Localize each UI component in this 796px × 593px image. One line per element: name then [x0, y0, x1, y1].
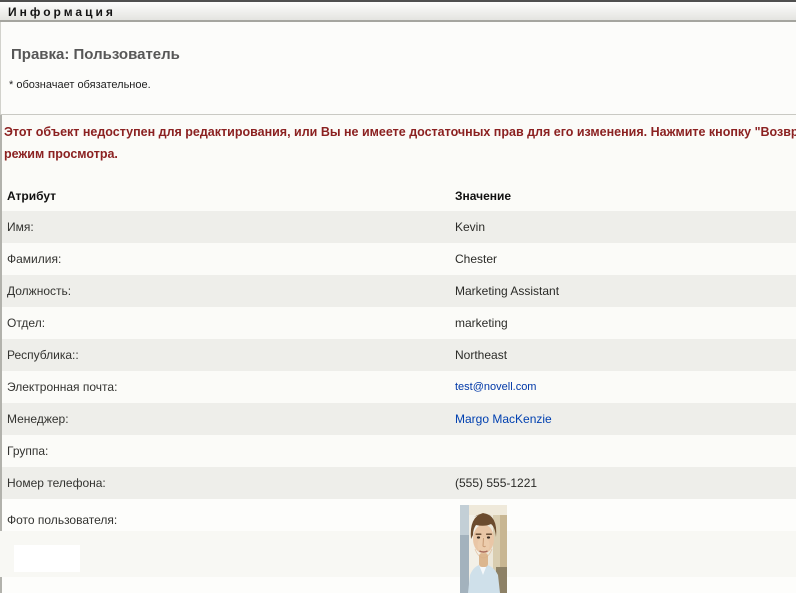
attribute-table-body: Имя: Kevin Фамилия: Chester Должность: M… — [2, 211, 796, 593]
white-patch — [14, 545, 80, 572]
attribute-label: Фото пользователя: — [7, 513, 117, 527]
attribute-label: Фамилия: — [7, 252, 61, 266]
panel-header-bar: Информация — [0, 0, 796, 22]
table-row-phone: Номер телефона: (555) 555-1221 — [2, 467, 796, 499]
background-band — [0, 531, 796, 577]
table-row-manager: Менеджер: Margo MacKenzie — [2, 403, 796, 435]
readonly-warning-message: Этот объект недоступен для редактировани… — [4, 121, 796, 165]
email-link[interactable]: test@novell.com — [455, 381, 536, 393]
table-row-email: Электронная почта: test@novell.com — [2, 371, 796, 403]
column-header-attribute: Атрибут — [7, 189, 56, 203]
attribute-value: marketing — [455, 316, 508, 330]
table-row-first-name: Имя: Kevin — [2, 211, 796, 243]
attribute-label: Отдел: — [7, 316, 45, 330]
page-title: Правка: Пользователь — [11, 46, 180, 63]
panel-title: Информация — [8, 5, 116, 19]
attribute-label: Имя: — [7, 220, 34, 234]
attribute-label: Электронная почта: — [7, 380, 117, 394]
attribute-value: Kevin — [455, 220, 485, 234]
table-row-department: Отдел: marketing — [2, 307, 796, 339]
warning-line-2: режим просмотра. — [4, 143, 796, 165]
attribute-label: Должность: — [7, 284, 71, 298]
table-row-last-name: Фамилия: Chester — [2, 243, 796, 275]
attribute-value: Marketing Assistant — [455, 284, 559, 298]
warning-line-1: Этот объект недоступен для редактировани… — [4, 121, 796, 143]
attribute-label: Менеджер: — [7, 412, 69, 426]
table-row-title: Должность: Marketing Assistant — [2, 275, 796, 307]
required-note: * обозначает обязательное. — [9, 79, 151, 91]
user-photo — [460, 505, 507, 593]
attribute-label: Республика:: — [7, 348, 79, 362]
column-header-value: Значение — [455, 189, 511, 203]
main-section: Этот объект недоступен для редактировани… — [0, 115, 796, 593]
manager-link[interactable]: Margo MacKenzie — [455, 412, 552, 426]
table-row-region: Республика:: Northeast — [2, 339, 796, 371]
attribute-value: Northeast — [455, 348, 507, 362]
table-row-group: Группа: — [2, 435, 796, 467]
attribute-label: Группа: — [7, 444, 48, 458]
attribute-value: (555) 555-1221 — [455, 476, 537, 490]
table-row-user-photo: Фото пользователя: — [2, 499, 796, 593]
attribute-value: Chester — [455, 252, 497, 266]
attribute-table-header: Атрибут Значение — [2, 187, 796, 211]
page-header-section: Правка: Пользователь * обозначает обязат… — [0, 22, 796, 115]
attribute-label: Номер телефона: — [7, 476, 106, 490]
